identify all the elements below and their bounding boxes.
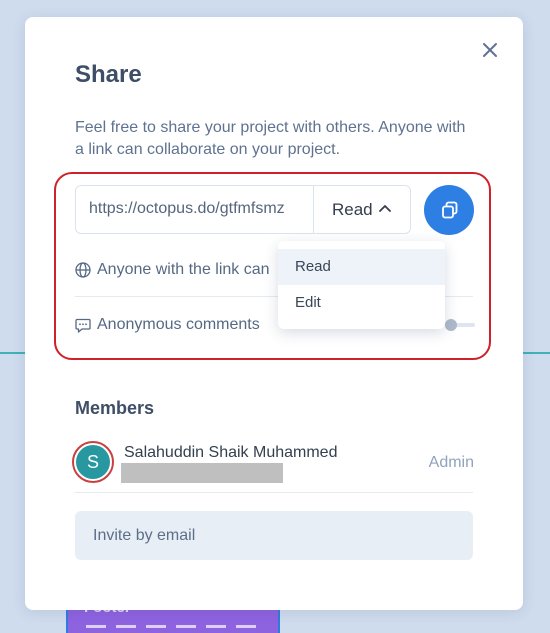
member-row: S Salahuddin Shaik Muhammed Admin — [72, 439, 476, 489]
member-name: Salahuddin Shaik Muhammed — [124, 444, 338, 461]
members-title: Members — [75, 398, 155, 418]
modal-title: Share — [75, 61, 142, 88]
permission-dropdown: Read Edit — [278, 241, 445, 329]
permission-option-read[interactable]: Read — [278, 249, 445, 285]
permission-option-read-label: Read — [295, 258, 331, 275]
close-button[interactable] — [479, 39, 501, 61]
canvas-footer-dashes — [86, 625, 266, 628]
invite-email-input[interactable] — [75, 511, 473, 560]
member-role: Admin — [428, 454, 474, 471]
modal-description: Feel free to share your project with oth… — [75, 119, 466, 158]
share-modal: Share Feel free to share your project wi… — [25, 17, 523, 610]
permission-option-edit-label: Edit — [295, 294, 321, 311]
avatar[interactable]: S — [72, 441, 114, 483]
avatar-initial: S — [76, 445, 110, 479]
member-email-redacted — [121, 463, 283, 483]
close-icon — [483, 43, 497, 57]
permission-option-edit[interactable]: Edit — [278, 285, 445, 321]
members-divider — [75, 492, 473, 493]
